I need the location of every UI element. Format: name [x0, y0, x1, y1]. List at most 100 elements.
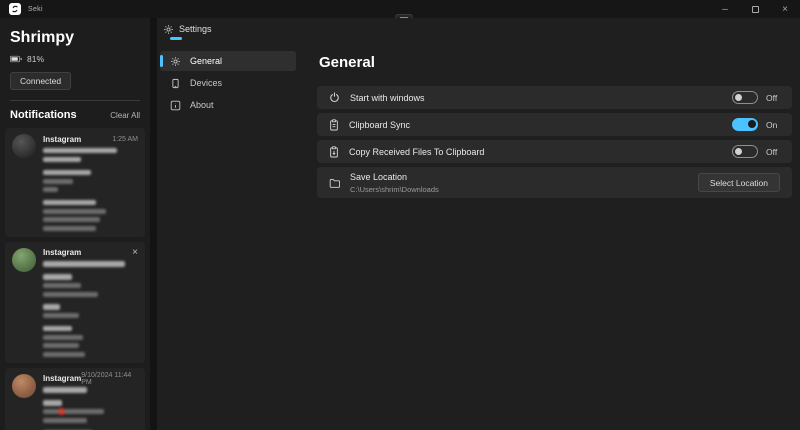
blurred-text-line [43, 387, 87, 393]
line-gap [43, 192, 138, 196]
settings-row: Copy Received Files To Clipboard Off [317, 140, 792, 163]
toggle-knob [735, 94, 742, 101]
setting-control: Off [732, 91, 780, 104]
notification-app-name: Instagram [43, 374, 81, 383]
tab-settings-label: Settings [179, 24, 212, 34]
connection-status-badge[interactable]: Connected [10, 72, 71, 90]
blurred-text-line [43, 352, 85, 357]
app-title: Seki [28, 6, 43, 13]
settings-row: Start with windows Off [317, 86, 792, 109]
avatar [12, 248, 36, 272]
select-location-button[interactable]: Select Location [698, 173, 780, 192]
setting-label: Save Location [350, 172, 439, 182]
blurred-text-line [43, 409, 104, 414]
panel-title: General [319, 54, 792, 71]
battery-icon [10, 55, 22, 63]
toggle-switch[interactable] [732, 145, 758, 158]
clear-all-button[interactable]: Clear All [110, 111, 140, 120]
settings-nav: General Devices About [157, 40, 302, 430]
settings-area: Settings General Devices About General Sta… [157, 18, 800, 430]
close-button[interactable]: × [770, 0, 800, 18]
blurred-text-line [43, 313, 79, 318]
line-gap [43, 423, 138, 427]
blurred-text-line [43, 400, 62, 406]
toggle-knob [748, 120, 756, 128]
clipboard-icon [329, 119, 339, 131]
line-gap [43, 267, 138, 271]
nav-item-label: About [190, 100, 214, 110]
avatar [12, 374, 36, 398]
setting-label-group: Clipboard Sync [349, 120, 410, 130]
blurred-text-line [43, 148, 117, 154]
line-gap [43, 318, 138, 322]
window-controls: – × [710, 0, 800, 18]
blurred-text-line [43, 217, 100, 222]
tab-settings[interactable]: Settings [162, 24, 212, 35]
notification-card[interactable]: Instagram 1:25 AM [5, 128, 145, 237]
blurred-text-line [43, 187, 58, 192]
general-settings-panel: General Start with windows Off Clipboard S… [302, 40, 800, 430]
blurred-text-line [43, 226, 96, 231]
notification-list: Instagram1:25 AMInstagram×Instagram9/10/… [0, 128, 150, 430]
reaction-emoji [58, 408, 65, 415]
save-location-path: C:\Users\shrim\Downloads [350, 185, 439, 194]
notification-content: Instagram 1:25 AM [43, 134, 138, 231]
settings-nav-item-about[interactable]: About [160, 95, 296, 115]
notification-card[interactable]: Instagram × [5, 242, 145, 363]
setting-label-group: Copy Received Files To Clipboard [349, 147, 484, 157]
battery-percent: 81% [27, 54, 44, 64]
blurred-text-line [43, 418, 87, 423]
blurred-text-line [43, 304, 60, 310]
line-gap [43, 297, 138, 301]
toggle-state-label: Off [766, 147, 780, 157]
nav-item-label: Devices [190, 78, 222, 88]
setting-label: Start with windows [350, 93, 425, 103]
settings-nav-item-general[interactable]: General [160, 51, 296, 71]
folder-icon [329, 178, 340, 188]
gear-icon [169, 56, 181, 67]
info-icon [169, 100, 181, 111]
settings-nav-item-devices[interactable]: Devices [160, 73, 296, 93]
nav-item-label: General [190, 56, 222, 66]
setting-control: Select Location [698, 173, 780, 192]
sidebar-divider [10, 100, 140, 101]
blurred-text-line [43, 283, 81, 288]
maximize-icon [752, 6, 759, 13]
device-sidebar: Shrimpy 81% Connected Notifications Clea… [0, 18, 150, 430]
toggle-state-label: Off [766, 93, 780, 103]
notification-content: Instagram × [43, 248, 138, 357]
battery-status: 81% [10, 54, 150, 64]
device-name: Shrimpy [10, 29, 150, 47]
sidebar-separator [150, 18, 157, 430]
blurred-text-line [43, 170, 91, 176]
notification-timestamp: 9/10/2024 11:44 PM [81, 372, 138, 386]
active-tab-indicator [170, 37, 182, 40]
notification-app-name: Instagram [43, 248, 81, 257]
power-icon [329, 92, 340, 103]
toggle-switch[interactable] [732, 91, 758, 104]
settings-row: Clipboard Sync On [317, 113, 792, 136]
minimize-button[interactable]: – [710, 0, 740, 18]
setting-label-group: Start with windows [350, 93, 425, 103]
notification-timestamp: 1:25 AM [112, 136, 138, 143]
toggle-state-label: On [766, 120, 780, 130]
close-icon[interactable]: × [132, 249, 138, 257]
gear-icon [162, 24, 174, 35]
maximize-button[interactable] [740, 0, 770, 18]
notification-header: Instagram × [43, 248, 138, 258]
blurred-text-line [43, 157, 81, 163]
phone-icon [169, 78, 181, 89]
blurred-text-line [43, 326, 72, 332]
notification-card[interactable]: Instagram9/10/2024 11:44 PM [5, 368, 145, 430]
line-gap [43, 162, 138, 166]
seki-logo-icon [9, 3, 21, 15]
notification-content: Instagram9/10/2024 11:44 PM [43, 374, 138, 430]
blurred-text-line [43, 179, 73, 184]
toggle-switch[interactable] [732, 118, 758, 131]
notification-header: Instagram 1:25 AM [43, 134, 138, 144]
blurred-text-line [43, 335, 83, 340]
line-gap [43, 393, 138, 397]
setting-label-group: Save Location C:\Users\shrim\Downloads [350, 172, 439, 194]
notification-app-name: Instagram [43, 135, 81, 144]
blurred-text-line [43, 200, 96, 206]
